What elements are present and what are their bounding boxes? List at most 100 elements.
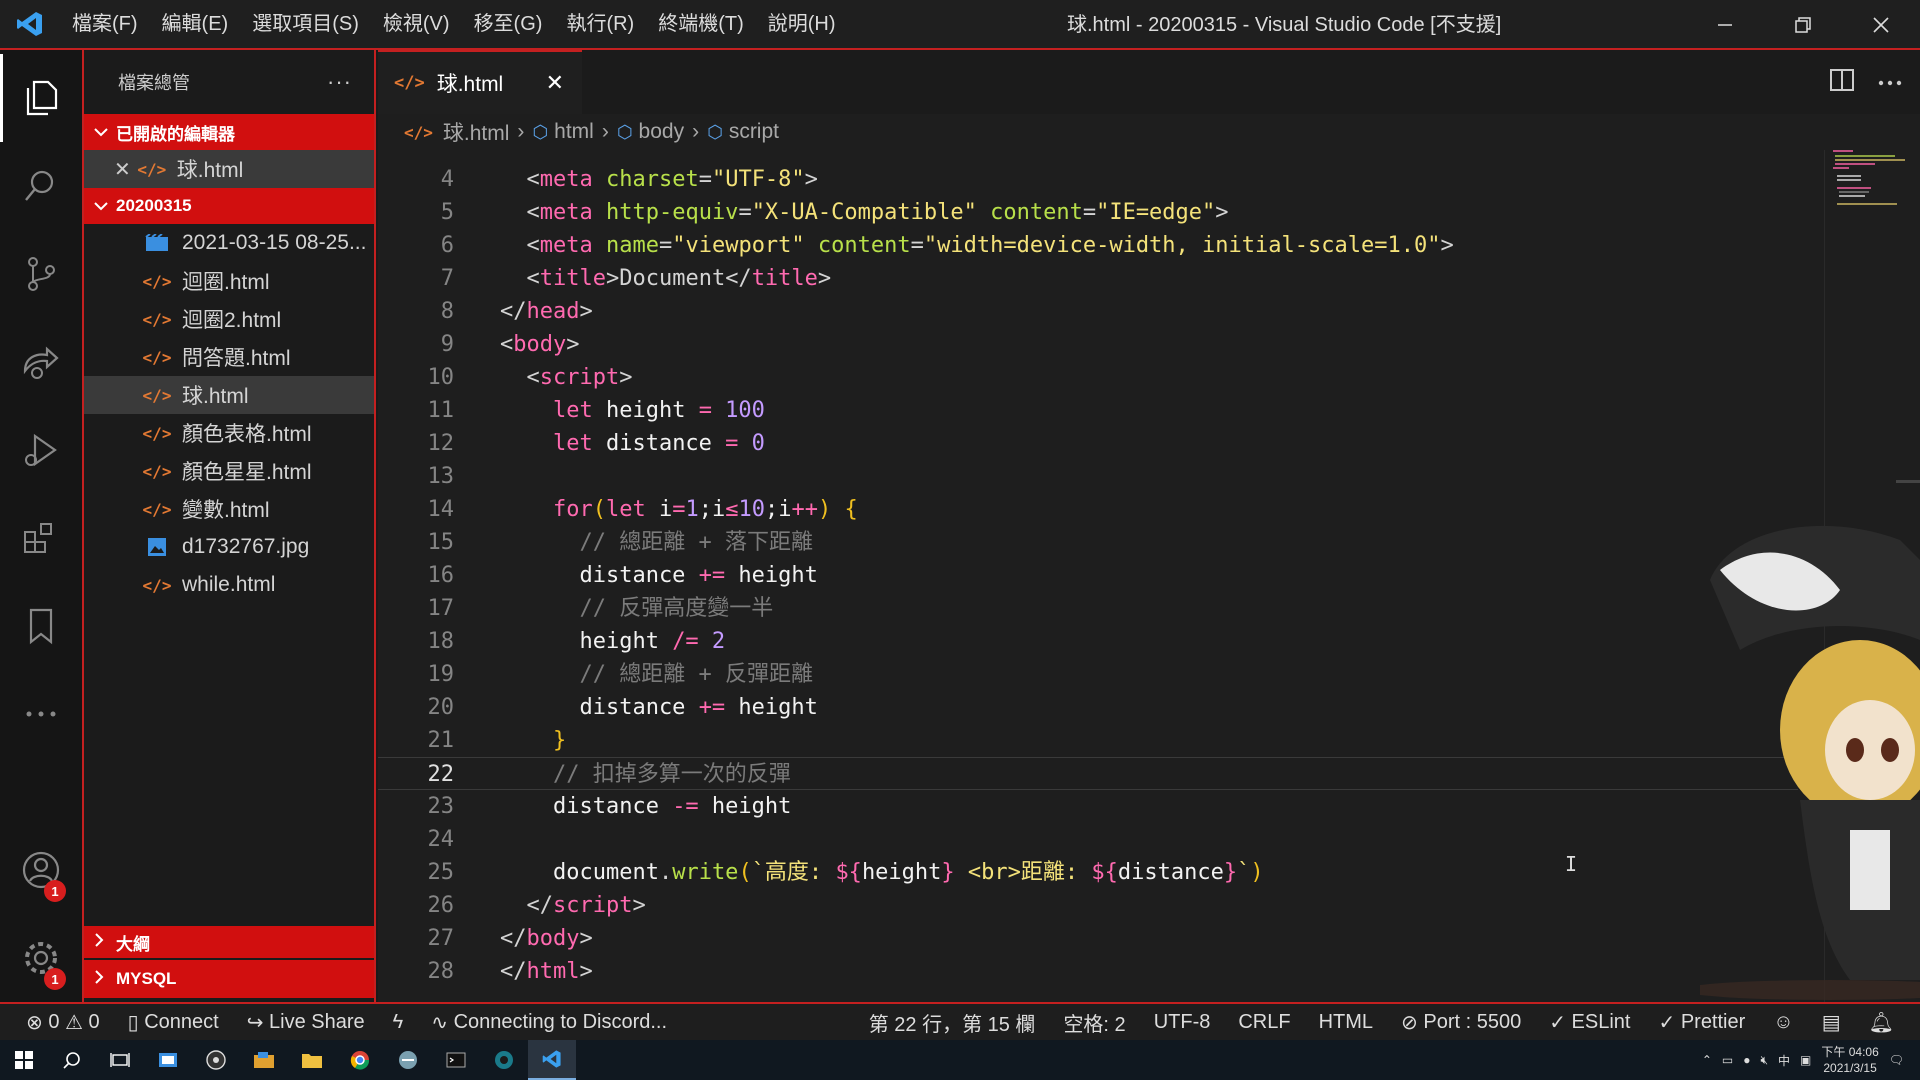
file-item[interactable]: </> 顏色星星.html (84, 452, 374, 490)
browser-icon[interactable] (384, 1040, 432, 1080)
menu-help[interactable]: 說明(H) (756, 0, 848, 49)
app-window-icon[interactable] (144, 1040, 192, 1080)
breadcrumb-html[interactable]: html (554, 120, 594, 144)
code-line[interactable]: 26 </script> (378, 889, 1798, 922)
menu-go[interactable]: 移至(G) (462, 0, 555, 49)
code-line[interactable]: 28 </html> (378, 955, 1798, 988)
vscode-taskbar-icon[interactable] (528, 1040, 576, 1080)
chevron-up-icon[interactable]: ⌃ (1702, 1053, 1712, 1067)
close-tab-icon[interactable]: ✕ (546, 70, 564, 96)
windows-start-icon[interactable] (0, 1040, 48, 1080)
code-editor[interactable]: I 4 <meta charset="UTF-8"> 5 <meta http-e… (378, 150, 1920, 1002)
code-line[interactable]: 8 </head> (378, 295, 1798, 328)
menu-run[interactable]: 執行(R) (554, 0, 646, 49)
source-control-icon[interactable] (0, 230, 82, 318)
search-icon[interactable] (0, 142, 82, 230)
cursor-position[interactable]: 第 22 行，第 15 欄 (855, 1008, 1050, 1037)
scrollbar-indicator[interactable] (1896, 480, 1920, 483)
code-line[interactable]: 24 (378, 823, 1798, 856)
breadcrumb-body[interactable]: body (639, 120, 685, 144)
more-actions-icon[interactable] (1878, 73, 1902, 91)
explorer-more-button[interactable]: ··· (327, 69, 352, 95)
feedback-icon[interactable]: ☺ (1759, 1011, 1807, 1034)
lightning-status[interactable]: ϟ (379, 1011, 418, 1034)
terminal-icon[interactable] (432, 1040, 480, 1080)
code-line[interactable]: 27 </body> (378, 922, 1798, 955)
minimize-button[interactable] (1686, 0, 1764, 50)
prettier-status[interactable]: ✓ Prettier (1644, 1010, 1759, 1035)
microphone-icon[interactable]: ● (1743, 1053, 1750, 1067)
live-share-icon[interactable] (0, 318, 82, 406)
file-item[interactable]: </> while.html (84, 566, 374, 604)
file-item[interactable]: </> 變數.html (84, 490, 374, 528)
live-server-port[interactable]: ⊘ Port : 5500 (1387, 1010, 1535, 1035)
tab-active-file[interactable]: </> 球.html ✕ (378, 50, 582, 114)
menu-terminal[interactable]: 終端機(T) (646, 0, 756, 49)
network-icon[interactable]: ▭ (1722, 1053, 1733, 1067)
file-item-selected[interactable]: </> 球.html (84, 376, 374, 414)
more-views-icon[interactable] (0, 670, 82, 758)
code-line[interactable]: 9 <body> (378, 328, 1798, 361)
menu-selection[interactable]: 選取項目(S) (240, 0, 371, 49)
remote-files-icon[interactable]: ▤ (1808, 1010, 1855, 1035)
code-line[interactable]: 7 <title>Document</title> (378, 262, 1798, 295)
code-line[interactable]: 13 (378, 460, 1798, 493)
language-mode[interactable]: HTML (1305, 1011, 1387, 1034)
file-item[interactable]: 2021-03-15 08-25... (84, 224, 374, 262)
code-line[interactable]: 6 <meta name="viewport" content="width=d… (378, 229, 1798, 262)
code-line[interactable]: 4 <meta charset="UTF-8"> (378, 163, 1798, 196)
file-item[interactable]: </> 顏色表格.html (84, 414, 374, 452)
code-line[interactable]: 22 // 扣掉多算一次的反彈 (378, 757, 1798, 790)
code-line[interactable]: 21 } (378, 724, 1798, 757)
code-line[interactable]: 5 <meta http-equiv="X-UA-Compatible" con… (378, 196, 1798, 229)
clock[interactable]: 下午 04:06 2021/3/15 (1821, 1044, 1878, 1076)
code-line[interactable]: 20 distance += height (378, 691, 1798, 724)
task-view-icon[interactable] (96, 1040, 144, 1080)
notification-center-icon[interactable]: 🗨︎ (1889, 1053, 1904, 1067)
code-line[interactable]: 18 height /= 2 (378, 625, 1798, 658)
volume-muted-icon[interactable]: 🔇︎ (1760, 1053, 1768, 1068)
breadcrumb-file[interactable]: 球.html (443, 117, 510, 147)
folder-section[interactable]: 20200315 (84, 188, 374, 224)
menu-file[interactable]: 檔案(F) (60, 0, 150, 49)
file-item[interactable]: </> 問答題.html (84, 338, 374, 376)
file-item[interactable]: d1732767.jpg (84, 528, 374, 566)
code-line[interactable]: 10 <script> (378, 361, 1798, 394)
open-editors-section[interactable]: 已開啟的編輯器 (84, 114, 374, 150)
breadcrumb-script[interactable]: script (729, 120, 779, 144)
app-circle-icon[interactable] (480, 1040, 528, 1080)
code-line[interactable]: 15 // 總距離 + 落下距離 (378, 526, 1798, 559)
extensions-icon[interactable] (0, 494, 82, 582)
menu-edit[interactable]: 編輯(E) (150, 0, 241, 49)
live-share-status[interactable]: ↪ Live Share (233, 1010, 379, 1035)
bookmarks-icon[interactable] (0, 582, 82, 670)
manage-gear-icon[interactable]: 1 (0, 914, 82, 1002)
eslint-status[interactable]: ✓ ESLint (1535, 1010, 1644, 1035)
code-line[interactable]: 23 distance -= height (378, 790, 1798, 823)
code-line[interactable]: 17 // 反彈高度變一半 (378, 592, 1798, 625)
explorer-icon[interactable] (0, 54, 82, 142)
restore-button[interactable] (1764, 0, 1842, 50)
chrome-icon[interactable] (336, 1040, 384, 1080)
connect-status[interactable]: ▯ Connect (114, 1010, 233, 1035)
indentation[interactable]: 空格: 2 (1049, 1008, 1139, 1037)
ime-indicator[interactable]: 中 (1778, 1052, 1790, 1069)
file-item[interactable]: </> 迴圈.html (84, 262, 374, 300)
code-line[interactable]: 19 // 總距離 + 反彈距離 (378, 658, 1798, 691)
code-line[interactable]: 14 for(let i=1;i≤10;i++) { (378, 493, 1798, 526)
encoding[interactable]: UTF-8 (1140, 1011, 1225, 1034)
mysql-section[interactable]: MYSQL (84, 960, 374, 998)
open-editor-item[interactable]: ✕ </> 球.html (84, 150, 374, 188)
accounts-icon[interactable]: 1 (0, 826, 82, 914)
code-line[interactable]: 25 document.write(`高度: ${height} <br>距離:… (378, 856, 1798, 889)
obs-icon[interactable] (192, 1040, 240, 1080)
app-folder-icon[interactable] (240, 1040, 288, 1080)
search-icon[interactable] (48, 1040, 96, 1080)
outline-section[interactable]: 大綱 (84, 926, 374, 960)
discord-status[interactable]: ∿ Connecting to Discord... (417, 1010, 681, 1035)
notifications-bell-icon[interactable]: 🔔︎ (1855, 1010, 1920, 1035)
code-line[interactable]: 16 distance += height (378, 559, 1798, 592)
file-explorer-icon[interactable] (288, 1040, 336, 1080)
end-of-line[interactable]: CRLF (1224, 1011, 1304, 1034)
close-editor-icon[interactable]: ✕ (114, 157, 131, 182)
